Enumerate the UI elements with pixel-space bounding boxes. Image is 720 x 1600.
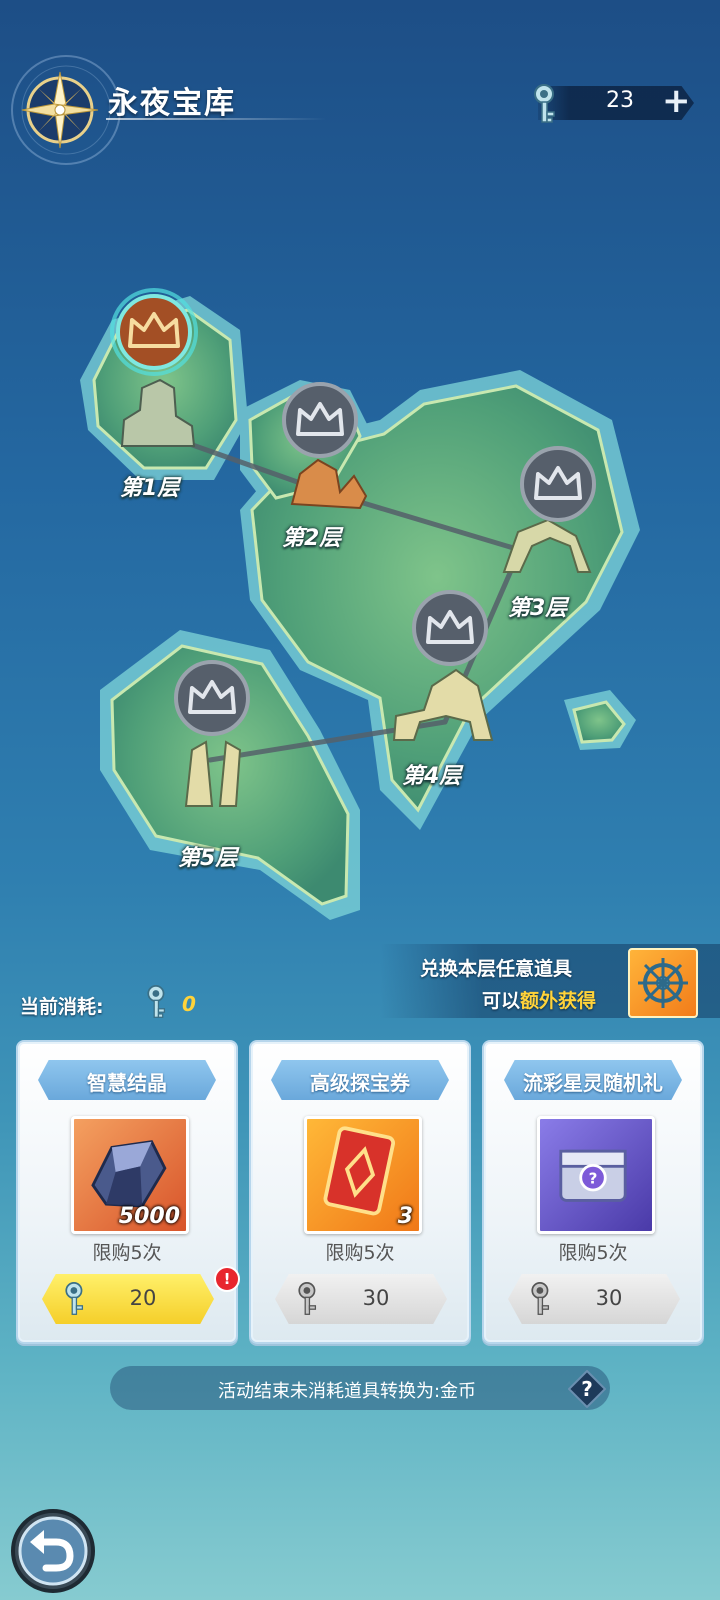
compass-icon bbox=[11, 55, 121, 165]
purchase-limit: 限购5次 bbox=[92, 1242, 162, 1264]
purchase-limit: 限购5次 bbox=[325, 1242, 395, 1264]
floor-3-marker[interactable] bbox=[520, 446, 596, 522]
help-icon: ? bbox=[567, 1369, 607, 1409]
svg-text:?: ? bbox=[581, 1377, 593, 1401]
floor-2-marker[interactable] bbox=[282, 382, 358, 458]
item-quantity: 5000 bbox=[118, 1204, 180, 1229]
item-name: 流彩星灵随机礼 bbox=[523, 1071, 663, 1095]
title-underline bbox=[106, 118, 326, 120]
floor-label-4[interactable]: 第4层 bbox=[402, 758, 461, 790]
floor-4-marker[interactable] bbox=[412, 590, 488, 666]
floor-label-1[interactable]: 第1层 bbox=[120, 470, 179, 502]
star-chest-icon: ? bbox=[559, 1149, 627, 1202]
floor-5-marker[interactable] bbox=[174, 660, 250, 736]
price-value: 30 bbox=[362, 1286, 390, 1310]
item-name: 高级探宝券 bbox=[310, 1071, 410, 1095]
bonus-reward-slot[interactable] bbox=[628, 948, 698, 1018]
item-quantity: 3 bbox=[397, 1204, 413, 1229]
price-value: 30 bbox=[595, 1286, 623, 1310]
key-count: 23 bbox=[606, 88, 634, 113]
shop-card-1[interactable]: 智慧结晶 5000 限购5次 20 ! bbox=[16, 1040, 240, 1344]
ship-wheel-icon bbox=[638, 958, 688, 1008]
svg-text:?: ? bbox=[589, 1169, 598, 1187]
consumption-value: 0 bbox=[182, 992, 196, 1016]
item-slot[interactable]: ? bbox=[537, 1116, 655, 1234]
floor-1-marker[interactable] bbox=[110, 288, 198, 376]
help-button[interactable]: ? bbox=[567, 1369, 607, 1409]
shop-card-3[interactable]: 流彩星灵随机礼 ? 限购5次 30 bbox=[482, 1040, 704, 1344]
back-arrow-icon bbox=[11, 1509, 95, 1593]
key-icon bbox=[147, 985, 166, 1018]
conversion-note: 活动结束未消耗道具转换为:金币 bbox=[217, 1381, 477, 1402]
consumption-label: 当前消耗: bbox=[20, 996, 104, 1018]
item-slot[interactable]: 5000 bbox=[71, 1116, 189, 1234]
floor-label-3[interactable]: 第3层 bbox=[508, 590, 567, 622]
back-button[interactable] bbox=[10, 1508, 96, 1594]
page-title: 永夜宝库 bbox=[108, 86, 236, 121]
floor-label-2[interactable]: 第2层 bbox=[282, 520, 341, 552]
plus-icon[interactable]: + bbox=[662, 84, 691, 118]
treasure-map bbox=[80, 288, 640, 920]
price-value: 20 bbox=[129, 1286, 157, 1310]
exchange-tip-line1: 兑换本层任意道具 bbox=[420, 958, 573, 980]
purchase-limit: 限购5次 bbox=[558, 1242, 628, 1264]
item-name: 智慧结晶 bbox=[87, 1071, 167, 1095]
item-slot[interactable]: 3 bbox=[304, 1116, 422, 1234]
key-icon bbox=[534, 84, 555, 123]
alert-badge: ! bbox=[214, 1266, 240, 1292]
floor-label-5[interactable]: 第5层 bbox=[178, 840, 237, 872]
shop-card-2[interactable]: 高级探宝券 3 限购5次 30 bbox=[249, 1040, 471, 1344]
exchange-tip-line2: 可以额外获得 bbox=[482, 990, 597, 1012]
